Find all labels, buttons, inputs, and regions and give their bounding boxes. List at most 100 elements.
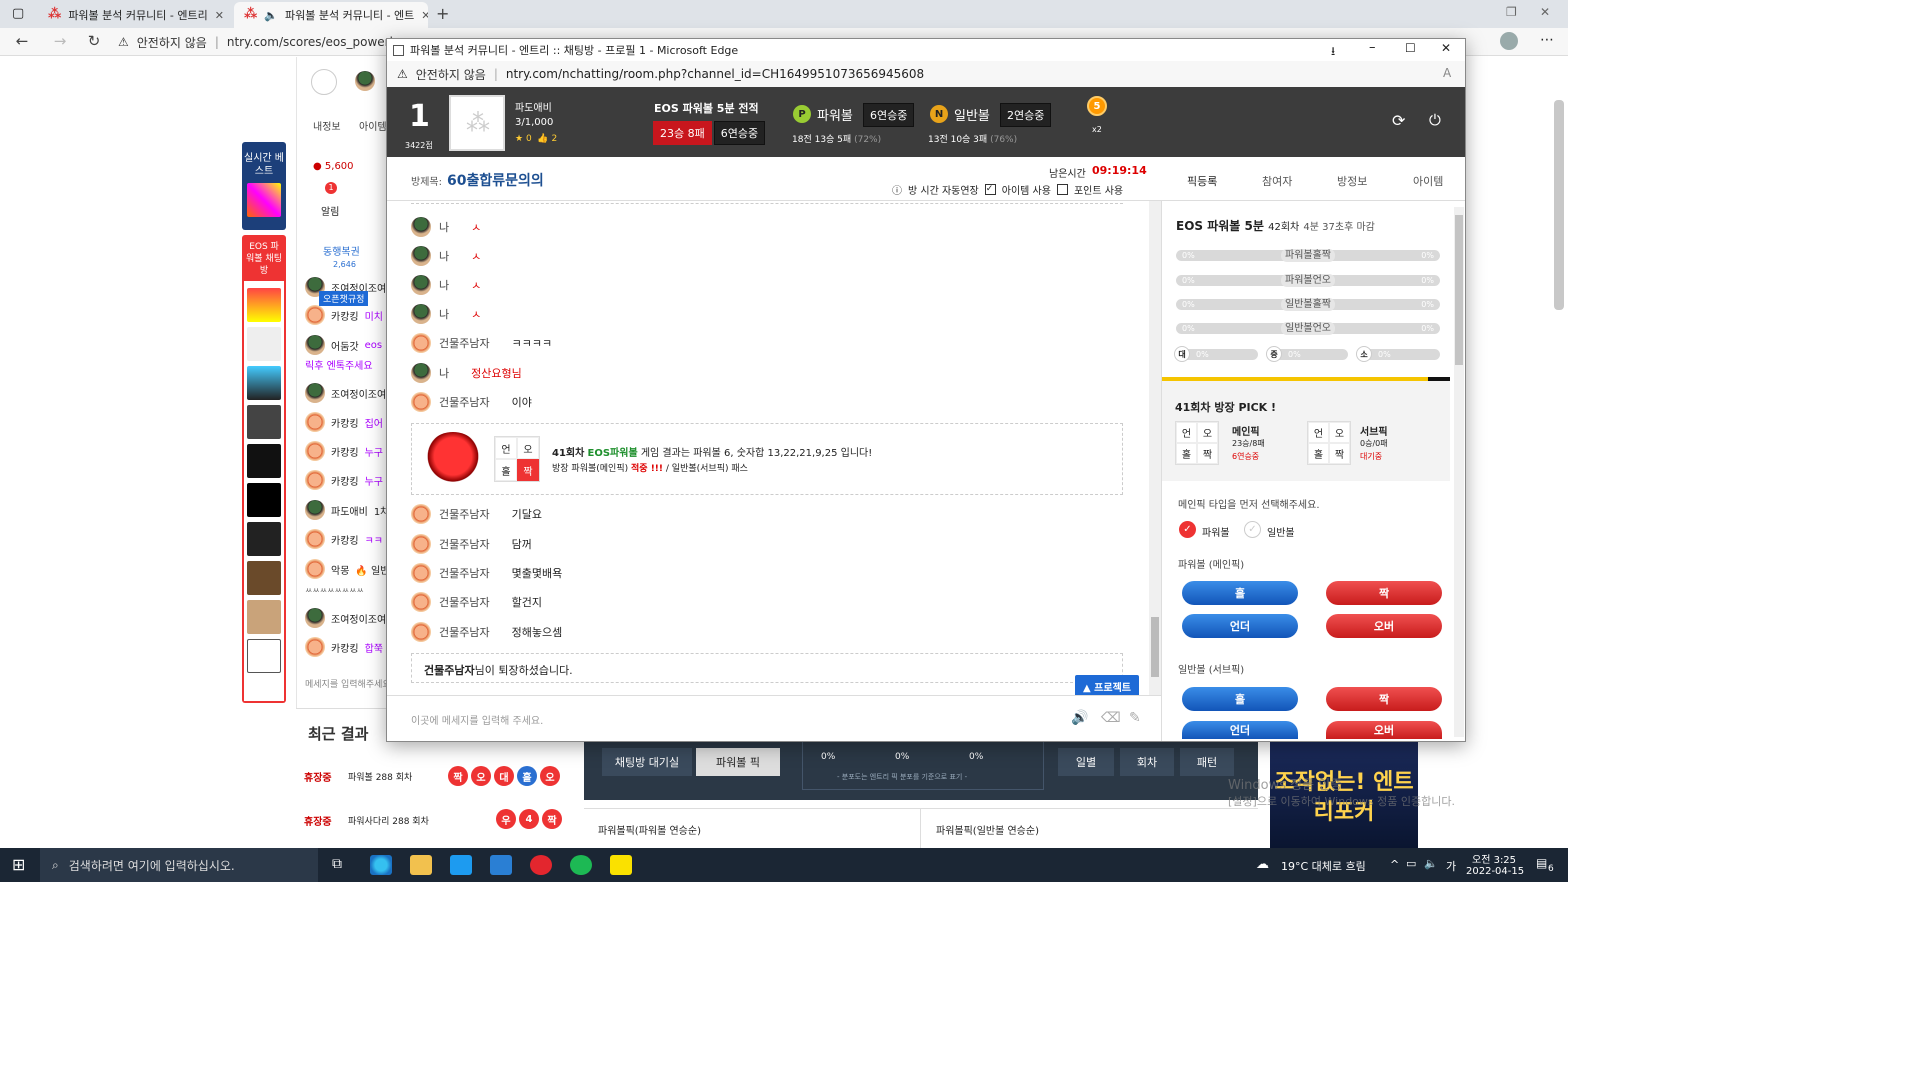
close-icon[interactable]: ✕	[1441, 41, 1451, 55]
room-thumb[interactable]	[247, 600, 281, 634]
chat-input[interactable]: 메세지를 입력해주세요	[305, 677, 391, 690]
clock-time[interactable]: 오전 3:25	[1472, 851, 1516, 866]
maximize-icon[interactable]: ☐	[1405, 41, 1416, 55]
main-odd-button[interactable]: 홀	[1182, 581, 1298, 605]
edge-icon[interactable]	[370, 855, 392, 875]
file-explorer-icon[interactable]	[410, 855, 432, 875]
main-pick-section: 파워볼 (메인픽)	[1178, 560, 1245, 571]
taskbar-search[interactable]: ⌕ 검색하려면 여기에 입력하십시오.	[40, 848, 318, 882]
windows-start-icon[interactable]: ⊞	[12, 855, 25, 874]
auto-extend-label: 방 시간 자동연장	[908, 186, 979, 197]
ime-indicator[interactable]: 가	[1446, 858, 1456, 874]
radio-powerball[interactable]: ✓	[1179, 521, 1196, 538]
profile-image[interactable]: ⁂	[449, 95, 505, 151]
download-icon[interactable]: ⭳	[1331, 42, 1335, 63]
youtube-music-icon[interactable]	[530, 855, 552, 875]
round-button[interactable]: 회차	[1120, 748, 1174, 776]
tray-arrow-icon[interactable]: ^	[1390, 858, 1399, 871]
profile-avatar[interactable]	[1500, 32, 1518, 50]
panel-scrollbar[interactable]	[1454, 207, 1464, 737]
room-thumbs	[244, 281, 284, 701]
best-card[interactable]: 실시간 베스트	[242, 142, 286, 230]
popup-address-bar[interactable]: ⚠ 안전하지 않음 | ntry.com/nchatting/room.php?…	[387, 61, 1465, 87]
sub-odd-button[interactable]: 홀	[1182, 687, 1298, 711]
avatar	[305, 441, 325, 461]
task-view-icon[interactable]: ⧉	[332, 856, 342, 872]
back-icon[interactable]: ←	[12, 32, 32, 50]
close-tab-icon[interactable]: ✕	[215, 9, 224, 22]
room-thumb[interactable]	[247, 366, 281, 400]
protect-button[interactable]: ▲ 프로젝트	[1075, 675, 1139, 695]
avatar	[411, 534, 431, 554]
point-use-checkbox[interactable]	[1056, 184, 1068, 195]
tab-participants[interactable]: 참여자	[1262, 173, 1292, 189]
minimize-icon[interactable]: –	[1369, 40, 1376, 55]
alarm-button[interactable]: 알림	[321, 203, 339, 218]
room-thumb[interactable]	[247, 327, 281, 361]
clock-date[interactable]: 2022-04-15	[1466, 866, 1524, 877]
notice-badge[interactable]: 오픈챗규정	[319, 291, 369, 306]
room-thumb[interactable]	[247, 444, 281, 478]
page-scrollbar[interactable]	[1554, 100, 1564, 310]
notification-icon[interactable]: ▤	[1536, 856, 1547, 870]
browser-tab-2[interactable]: ⁂ 🔈 파워볼 분석 커뮤니티 - 엔트 ✕	[234, 2, 428, 28]
tab-room-info[interactable]: 방정보	[1337, 173, 1367, 189]
main-under-button[interactable]: 언더	[1182, 614, 1298, 638]
daily-button[interactable]: 일별	[1058, 748, 1114, 776]
forward-icon[interactable]: →	[50, 32, 70, 50]
radio-normalball[interactable]: ✓	[1244, 521, 1261, 538]
room-thumb[interactable]	[247, 639, 281, 673]
item-use-checkbox[interactable]: ✓	[984, 184, 996, 195]
power-icon[interactable]: ⏻	[1429, 111, 1441, 129]
main-over-button[interactable]: 오버	[1326, 614, 1442, 638]
network-icon[interactable]: ▭	[1406, 857, 1416, 870]
tab-items[interactable]: 아이템	[1413, 173, 1443, 189]
waiting-room-button[interactable]: 채팅방 대기실	[602, 748, 692, 776]
more-menu-icon[interactable]: ⋯	[1540, 32, 1554, 48]
menu-myinfo[interactable]: 내정보	[313, 118, 341, 133]
volume-icon[interactable]: 🔈	[1424, 857, 1438, 870]
main-even-button[interactable]: 짝	[1326, 581, 1442, 605]
message-input[interactable]: 이곳에 메세지를 입력해 주세요.	[411, 712, 543, 727]
powerball-pick-button[interactable]: 파워볼 픽	[696, 748, 780, 776]
browser-tab-1[interactable]: ⁂ 파워볼 분석 커뮤니티 - 엔트리 ✕	[38, 2, 230, 28]
room-thumb[interactable]	[247, 561, 281, 595]
refresh-icon[interactable]: ⟳	[1392, 111, 1405, 130]
scroll-thumb[interactable]	[1151, 617, 1159, 677]
refresh-icon[interactable]: ↻	[84, 32, 104, 50]
speaker-icon[interactable]: 🔈	[264, 9, 278, 22]
eraser-icon[interactable]: ⌫	[1101, 710, 1121, 726]
mail-icon[interactable]	[490, 855, 512, 875]
store-icon[interactable]	[450, 855, 472, 875]
grid-cell: 언	[1308, 422, 1329, 443]
sub-under-button[interactable]: 언더	[1182, 721, 1298, 739]
close-tab-icon[interactable]: ✕	[421, 9, 428, 22]
url-field[interactable]: ⚠ 안전하지 않음 | ntry.com/scores/eos_powerb	[118, 31, 398, 53]
bar-right: 0%	[1421, 324, 1434, 333]
best-thumb[interactable]	[247, 183, 281, 217]
restore-icon[interactable]: ❐	[1506, 5, 1517, 19]
magic-wand-icon[interactable]: ✎	[1129, 710, 1141, 726]
read-aloud-icon[interactable]: A	[1443, 66, 1451, 80]
room-thumb[interactable]	[247, 522, 281, 556]
new-tab-icon[interactable]: +	[436, 4, 449, 23]
sound-icon[interactable]: 🔊	[1071, 710, 1088, 726]
pattern-button[interactable]: 패턴	[1180, 748, 1234, 776]
spotify-icon[interactable]	[570, 855, 592, 875]
menu-item[interactable]: 아이템	[359, 118, 387, 133]
nick: 건물주남자	[439, 538, 490, 551]
weather-text[interactable]: 19°C 대체로 흐림	[1281, 858, 1366, 874]
tab-lottery[interactable]: 동행복권	[323, 243, 360, 258]
kakaotalk-icon[interactable]	[610, 855, 632, 875]
close-window-icon[interactable]: ✕	[1540, 5, 1550, 19]
sub-over-button[interactable]: 오버	[1326, 721, 1442, 739]
scroll-thumb[interactable]	[1455, 215, 1463, 365]
tab-actions-icon[interactable]: ▢	[12, 6, 24, 21]
sub-even-button[interactable]: 짝	[1326, 687, 1442, 711]
eos-chat-card[interactable]: EOS 파워볼 채팅방	[242, 235, 286, 703]
room-thumb[interactable]	[247, 405, 281, 439]
room-thumb[interactable]	[247, 483, 281, 517]
room-thumb[interactable]	[247, 288, 281, 322]
chat-scrollbar[interactable]	[1149, 201, 1161, 695]
tab-pick-register[interactable]: 픽등록	[1187, 173, 1217, 189]
